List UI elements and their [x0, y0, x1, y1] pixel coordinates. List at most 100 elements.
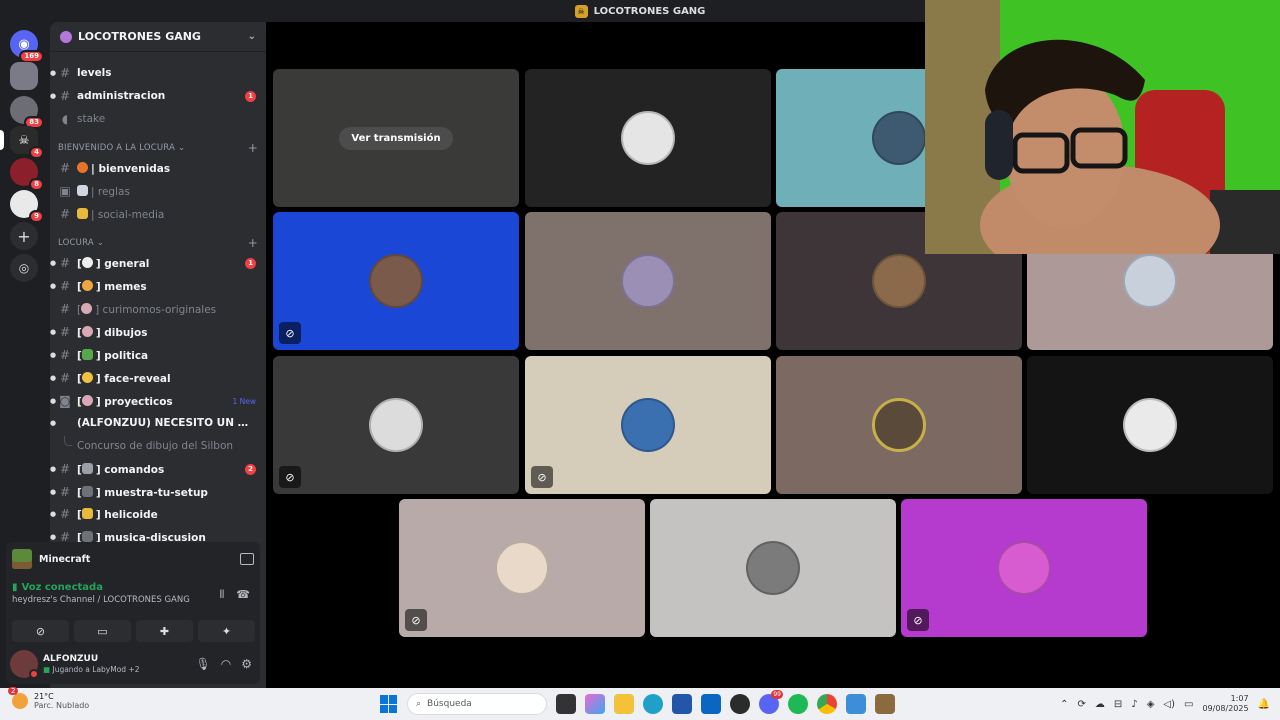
- participant-tile[interactable]: [525, 69, 771, 207]
- avatar: [872, 111, 926, 165]
- channel-name-text: memes: [104, 280, 147, 293]
- server-icon-1[interactable]: [10, 62, 38, 90]
- task-view-icon[interactable]: [556, 694, 576, 714]
- hash-icon: #: [59, 66, 71, 80]
- channel-face-reveal[interactable]: ● # [] face-reveal: [50, 368, 266, 388]
- chevron-up-icon[interactable]: ⌃: [1060, 699, 1068, 710]
- channel-name-text: muestra-tu-setup: [104, 486, 208, 499]
- participant-tile[interactable]: ⊘: [525, 356, 771, 494]
- channel-administracion[interactable]: ● # administracion 1: [50, 86, 266, 106]
- bell-icon[interactable]: 🔔: [1258, 699, 1270, 710]
- channel-dibujos[interactable]: ● # [] dibujos: [50, 322, 266, 342]
- activities-button[interactable]: ✚: [136, 620, 193, 642]
- sync-icon[interactable]: ⟳: [1078, 699, 1086, 710]
- outlook-icon[interactable]: [701, 694, 721, 714]
- hash-icon: #: [59, 161, 71, 175]
- disconnect-icon[interactable]: ☎: [236, 588, 250, 602]
- channel-memes[interactable]: ● # [] memes: [50, 276, 266, 296]
- channel-social-media[interactable]: # | social-media: [50, 204, 266, 224]
- soundboard-button[interactable]: ✦: [198, 620, 255, 642]
- volume-icon[interactable]: ◁): [1163, 699, 1175, 710]
- weather-widget[interactable]: 2 21°C Parc. Nublado: [8, 687, 89, 710]
- channel-reglas[interactable]: ▣ | reglas: [50, 181, 266, 201]
- noise-suppression-icon[interactable]: ⫴: [220, 588, 225, 602]
- taskbar-search[interactable]: ⌕ Búsqueda: [407, 693, 547, 715]
- cloud-icon[interactable]: ☁: [1095, 699, 1105, 710]
- store-icon[interactable]: [672, 694, 692, 714]
- chevron-down-icon[interactable]: ⌄: [248, 31, 256, 42]
- channel-name-text: general: [104, 257, 150, 270]
- add-channel-icon[interactable]: +: [248, 141, 258, 155]
- thread-concurso[interactable]: Concurso de dibujo del Silbon: [50, 436, 266, 456]
- screen-share-button[interactable]: ▭: [74, 620, 131, 642]
- discord-icon[interactable]: 99: [759, 690, 783, 714]
- add-channel-icon[interactable]: +: [248, 236, 258, 250]
- app-icon[interactable]: [730, 694, 750, 714]
- edge-icon[interactable]: [643, 694, 663, 714]
- mic-icon[interactable]: ♪: [1131, 699, 1137, 710]
- stream-tile[interactable]: Ver transmisión: [273, 69, 519, 207]
- start-button[interactable]: [380, 695, 398, 713]
- gamepad-icon: ✚: [159, 624, 170, 638]
- channel-name-text: face-reveal: [104, 372, 171, 385]
- channel-name-text: helicoide: [104, 508, 158, 521]
- category-bienvenido[interactable]: BIENVENIDO A LA LOCURA ⌄ +: [58, 141, 258, 155]
- construction-icon: [81, 507, 93, 519]
- clock[interactable]: 1:07 09/08/2025: [1202, 694, 1248, 714]
- channel-general[interactable]: ● # [] general 1: [50, 253, 266, 273]
- skull-icon: [81, 256, 93, 268]
- discover-icon[interactable]: ◎: [10, 254, 38, 282]
- participant-tile[interactable]: [776, 356, 1022, 494]
- participant-tile[interactable]: [525, 212, 771, 350]
- camera-off-button[interactable]: ⊘: [12, 620, 69, 642]
- channel-helicoide[interactable]: ● # [] helicoide: [50, 504, 266, 524]
- chrome-icon[interactable]: [817, 694, 837, 714]
- screen-share-icon[interactable]: [240, 553, 254, 565]
- home-button[interactable]: ◉ 169: [10, 30, 44, 63]
- avatar[interactable]: [10, 650, 39, 679]
- channel-levels[interactable]: ● # levels: [50, 63, 266, 83]
- battery-icon[interactable]: ▭: [1184, 699, 1193, 710]
- channel-muestra-tu-setup[interactable]: ● # [] muestra-tu-setup: [50, 482, 266, 502]
- app-icon[interactable]: [846, 694, 866, 714]
- file-explorer-icon[interactable]: [614, 694, 634, 714]
- add-server-icon[interactable]: +: [10, 222, 38, 250]
- server-icon: ☠: [574, 4, 588, 18]
- channel-stake[interactable]: ◖ stake: [50, 109, 266, 129]
- channel-proyecticos[interactable]: ● ◙ [] proyecticos 1 New: [50, 391, 266, 411]
- soundboard-icon: ✦: [221, 624, 232, 638]
- participant-tile[interactable]: ⊘: [273, 356, 519, 494]
- participant-tile[interactable]: ⊘: [901, 499, 1147, 637]
- channel-bienvenidas[interactable]: # | bienvenidas: [50, 158, 266, 178]
- participant-tile[interactable]: [650, 499, 896, 637]
- voice-channel-link[interactable]: heydresz's Channel / LOCOTRONES GANG: [12, 595, 254, 605]
- gear-icon[interactable]: ⚙: [241, 657, 252, 671]
- server-header[interactable]: LOCOTRONES GANG ⌄: [50, 22, 266, 52]
- server-icon-5[interactable]: 9: [10, 190, 44, 223]
- minecraft-launcher-icon[interactable]: [875, 694, 895, 714]
- participant-tile[interactable]: ⊘: [273, 212, 519, 350]
- copilot-icon[interactable]: [585, 694, 605, 714]
- activity-panel[interactable]: Minecraft: [6, 542, 260, 576]
- server-icon-locotrones[interactable]: ☠ 4: [0, 126, 44, 159]
- spotify-icon[interactable]: [788, 694, 808, 714]
- wifi-icon[interactable]: ◈: [1147, 699, 1155, 710]
- thread-beatmaker[interactable]: ● (ALFONZUU) NECESITO UN BEATMAKER: [50, 413, 266, 433]
- watch-stream-button[interactable]: Ver transmisión: [339, 126, 453, 150]
- rules-icon: ▣: [59, 184, 71, 198]
- network-icon[interactable]: ⊟: [1114, 699, 1122, 710]
- channel-politica[interactable]: ● # [] politica: [50, 345, 266, 365]
- speaker-icon: ◖: [61, 112, 69, 126]
- channel-name: [] helicoide: [77, 507, 158, 521]
- participant-tile[interactable]: ⊘: [399, 499, 645, 637]
- category-locura[interactable]: LOCURA ⌄ +: [58, 236, 258, 250]
- channel-comandos[interactable]: ● # [] comandos 2: [50, 459, 266, 479]
- muted-icon: ⊘: [907, 609, 929, 631]
- channel-curimomos[interactable]: # [] curimomos-originales: [50, 299, 266, 319]
- server-icon-2[interactable]: 83: [10, 96, 44, 129]
- microphone-icon[interactable]: 🎙: [196, 657, 211, 671]
- server-icon-4[interactable]: 8: [10, 158, 44, 191]
- headphones-icon[interactable]: ◠: [221, 657, 231, 671]
- unread-pip: ●: [50, 282, 57, 290]
- participant-tile[interactable]: [1027, 356, 1273, 494]
